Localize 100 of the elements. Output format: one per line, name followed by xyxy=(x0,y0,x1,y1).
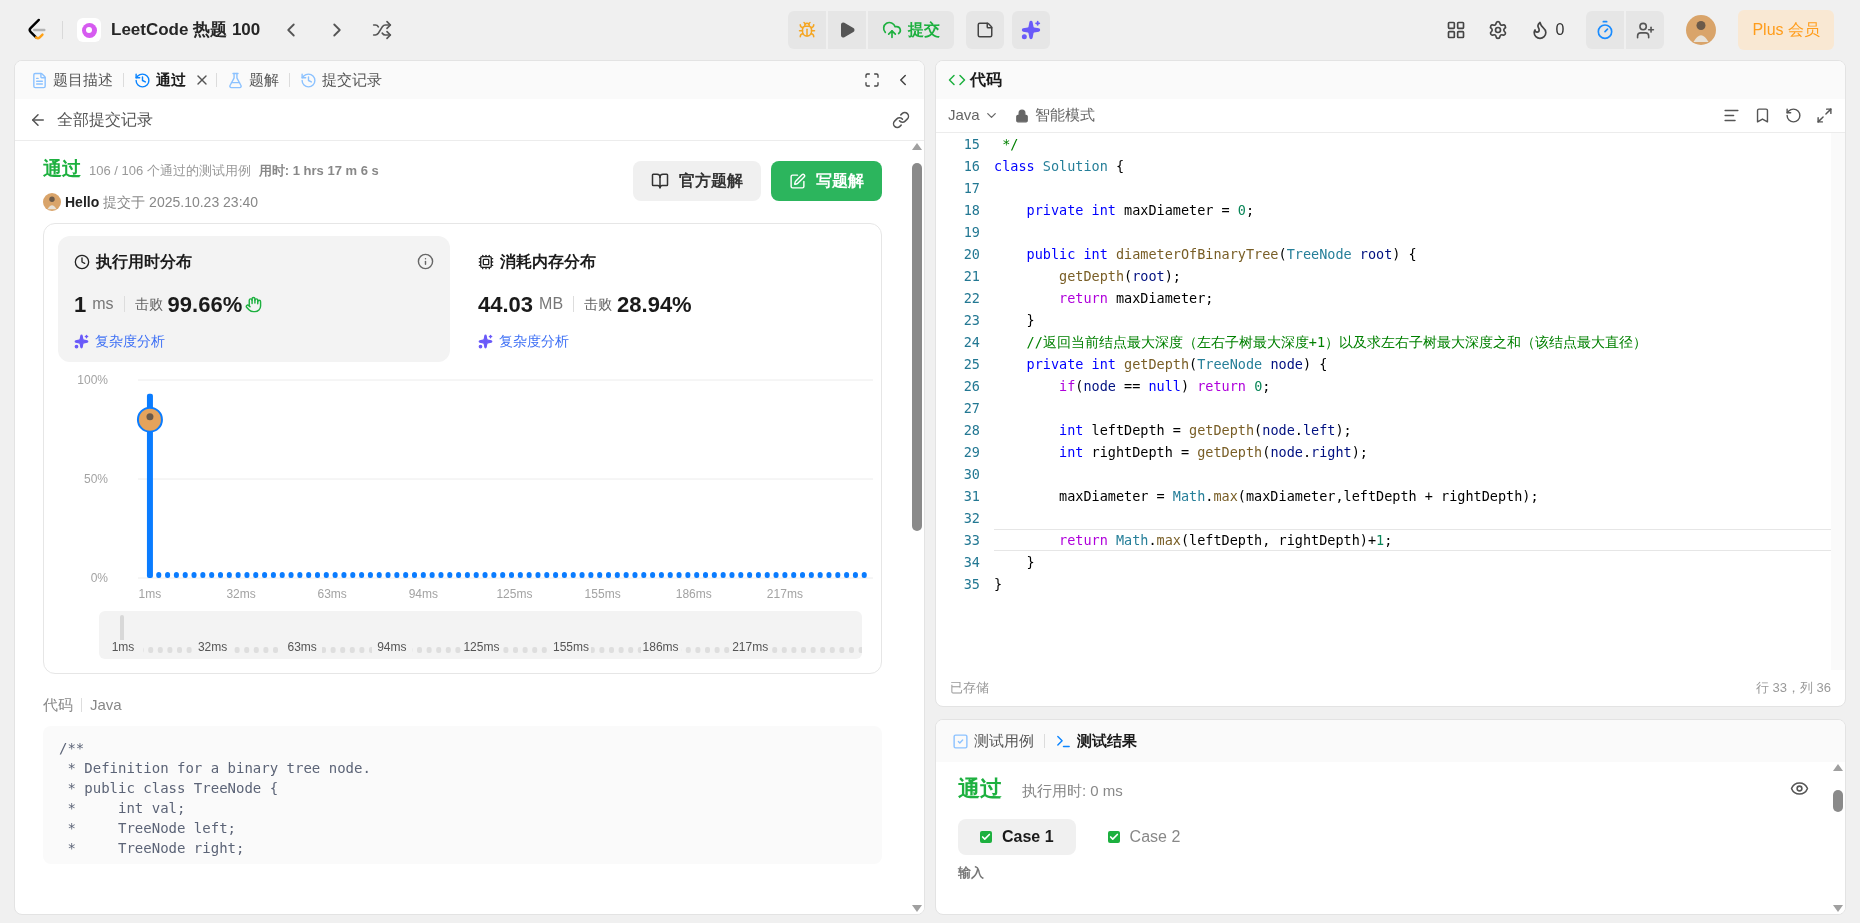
chart-bar[interactable] xyxy=(509,571,514,578)
chart-bar[interactable] xyxy=(456,571,462,578)
chart-bar[interactable] xyxy=(500,571,506,578)
chart-bar[interactable] xyxy=(279,571,285,578)
chart-bar[interactable] xyxy=(367,571,373,578)
chart-bar[interactable] xyxy=(650,571,656,578)
chart-bar[interactable] xyxy=(676,571,682,578)
chart-bar[interactable] xyxy=(482,571,488,578)
expand-icon[interactable] xyxy=(1816,107,1833,124)
chart-bar[interactable] xyxy=(835,571,841,578)
notes-button[interactable] xyxy=(965,11,1004,49)
chart-bar[interactable] xyxy=(861,571,867,578)
info-icon[interactable] xyxy=(417,253,434,270)
panel-tab[interactable]: 测试结果 xyxy=(1051,726,1141,756)
chart-bar[interactable] xyxy=(403,571,409,578)
stat-card[interactable]: 执行用时分布 1 ms 击败 99.66% 复杂度分析 xyxy=(58,235,450,362)
chart-bar[interactable] xyxy=(182,571,188,578)
complexity-analysis-link[interactable]: 复杂度分析 xyxy=(95,330,165,352)
chart-bar[interactable] xyxy=(623,571,629,578)
chart-bar[interactable] xyxy=(579,571,585,578)
chart-bar[interactable] xyxy=(544,571,550,578)
layout-grid-icon[interactable] xyxy=(1445,20,1466,40)
chart-bar[interactable] xyxy=(703,571,708,578)
chart-bar[interactable] xyxy=(394,571,400,578)
chart-bar[interactable] xyxy=(173,571,179,578)
chart-bar[interactable] xyxy=(376,571,382,578)
chart-bar[interactable] xyxy=(270,571,276,578)
chart-bar[interactable] xyxy=(685,571,691,578)
chart-bar[interactable] xyxy=(315,571,320,578)
chart-bar[interactable] xyxy=(597,571,603,578)
chart-bar[interactable] xyxy=(658,571,664,578)
chart-bar[interactable] xyxy=(323,571,329,578)
chart-bar[interactable] xyxy=(244,571,250,578)
chart-bar[interactable] xyxy=(341,571,347,578)
chart-bar[interactable] xyxy=(262,571,268,578)
chart-bar[interactable] xyxy=(561,571,567,578)
chart-bar[interactable] xyxy=(306,571,312,578)
chart-bar[interactable] xyxy=(473,571,479,578)
scrollbar[interactable] xyxy=(910,141,924,914)
chart-bar[interactable] xyxy=(711,571,717,578)
chart-bar[interactable] xyxy=(632,571,638,578)
back-link[interactable]: 全部提交记录 xyxy=(29,107,153,132)
official-solution-button[interactable]: 官方题解 xyxy=(633,161,761,201)
chart-bar[interactable] xyxy=(844,571,850,578)
chart-bar[interactable] xyxy=(350,571,356,578)
chart-bar[interactable] xyxy=(517,571,523,578)
chart-bar[interactable] xyxy=(359,571,365,578)
chart-bar[interactable] xyxy=(826,571,832,578)
bookmark-icon[interactable] xyxy=(1754,107,1771,124)
language-dropdown[interactable]: Java xyxy=(948,104,999,127)
chart-bar[interactable] xyxy=(165,571,171,578)
chart-bar[interactable] xyxy=(332,571,338,578)
chart-bar[interactable] xyxy=(852,571,858,578)
chart-bar[interactable] xyxy=(641,571,647,578)
chart-bar[interactable] xyxy=(464,571,470,578)
chart-bar[interactable] xyxy=(412,571,417,578)
chart-bar[interactable] xyxy=(420,571,426,578)
chart-bar[interactable] xyxy=(614,571,620,578)
chart-bar[interactable] xyxy=(429,571,435,578)
fullscreen-icon[interactable] xyxy=(864,72,880,88)
chart-bar[interactable] xyxy=(218,571,223,578)
reset-icon[interactable] xyxy=(1785,107,1802,124)
chart-bar[interactable] xyxy=(200,571,206,578)
run-button[interactable] xyxy=(827,11,866,49)
chart-bar[interactable] xyxy=(782,571,788,578)
shuffle-icon[interactable] xyxy=(372,20,393,40)
chart-bar[interactable] xyxy=(747,571,753,578)
case-tab[interactable]: Case 2 xyxy=(1085,819,1203,855)
scrollbar[interactable] xyxy=(1831,762,1845,914)
chart-bar[interactable] xyxy=(526,571,532,578)
chart-bar[interactable] xyxy=(156,571,162,578)
chart-bar[interactable] xyxy=(800,571,805,578)
chart-bar[interactable] xyxy=(447,571,453,578)
complexity-analysis-link[interactable]: 复杂度分析 xyxy=(499,330,569,352)
chart-bar[interactable] xyxy=(817,571,823,578)
timer-button[interactable] xyxy=(1586,11,1625,49)
user-name[interactable]: Hello xyxy=(65,191,100,213)
problem-list-title[interactable]: LeetCode 热题 100 xyxy=(111,17,261,43)
overview-strip[interactable]: 1ms 32ms 63ms 94ms 125ms 155ms 186ms 217ms xyxy=(99,610,862,659)
editor-mode[interactable]: 智能模式 xyxy=(1034,104,1095,127)
panel-tab[interactable]: 题目描述 xyxy=(27,65,117,95)
chart-bar[interactable] xyxy=(773,571,779,578)
chart-bar[interactable] xyxy=(288,571,294,578)
eye-icon[interactable] xyxy=(1790,779,1809,798)
panel-tab[interactable]: 题解 xyxy=(223,65,283,95)
chart-bar[interactable] xyxy=(191,571,197,578)
logo[interactable] xyxy=(26,18,48,42)
chart-bar[interactable] xyxy=(553,571,559,578)
panel-tab[interactable]: 测试用例 xyxy=(948,726,1038,756)
chart-bar[interactable] xyxy=(694,571,700,578)
chart-bar[interactable] xyxy=(667,571,673,578)
case-tab[interactable]: Case 1 xyxy=(958,819,1076,855)
panel-tab[interactable]: 提交记录 xyxy=(296,65,386,95)
chart-bar[interactable] xyxy=(791,571,797,578)
settings-icon[interactable] xyxy=(1487,20,1508,40)
chart-bar[interactable] xyxy=(253,571,259,578)
chart-bar[interactable] xyxy=(235,571,241,578)
panel-tab[interactable]: 通过 xyxy=(130,65,190,95)
chart-bar[interactable] xyxy=(209,571,215,578)
chart-bar[interactable] xyxy=(720,571,726,578)
